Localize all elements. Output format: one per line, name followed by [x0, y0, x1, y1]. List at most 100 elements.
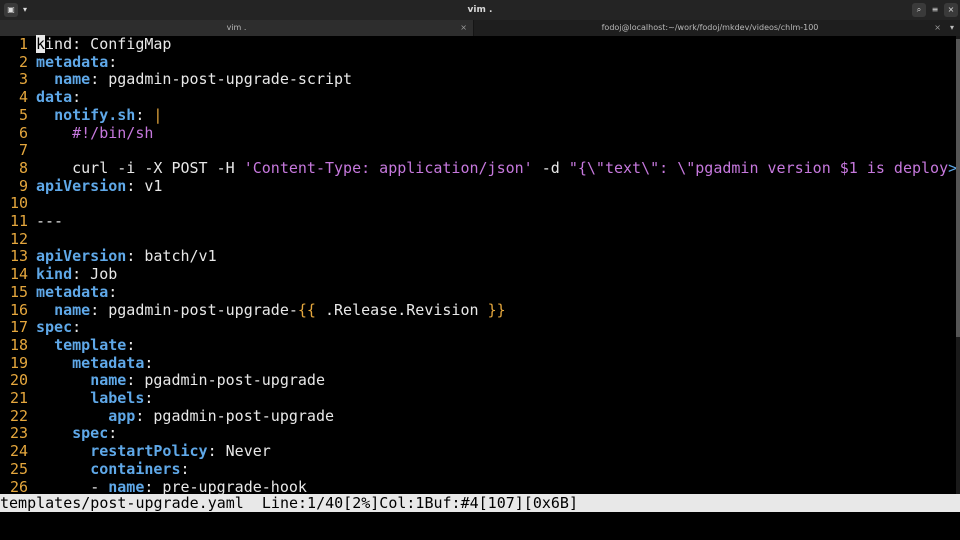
line-number: 8: [18, 158, 28, 177]
tab-label: fodoj@localhost:~/work/fodoj/mkdev/video…: [601, 23, 819, 32]
code-token: notify.sh: [54, 105, 136, 124]
code-token: |: [153, 105, 163, 124]
line-number: 25: [9, 459, 28, 478]
code-token: : pgadmin-post-upgrade-: [90, 300, 298, 319]
code-token: spec: [72, 424, 109, 443]
code-token: name: [90, 371, 127, 390]
code-line[interactable]: 17 spec:: [0, 318, 81, 337]
code-line[interactable]: 5 notify.sh: |: [0, 105, 162, 125]
line-number: 5: [18, 105, 28, 124]
code-line[interactable]: 16 name: pgadmin-post-upgrade-{{ .Releas…: [0, 300, 506, 320]
code-line[interactable]: 23 spec:: [0, 424, 117, 443]
code-token: labels: [90, 389, 145, 407]
code-line[interactable]: 24 restartPolicy: Never: [0, 442, 271, 461]
line-text: kind: ConfigMap: [36, 35, 171, 54]
line-text: metadata:: [36, 354, 153, 373]
line-text: name: pgadmin-post-upgrade: [36, 371, 325, 390]
line-number: 10: [9, 194, 28, 213]
line-number: 15: [9, 282, 28, 301]
code-line[interactable]: 11 ---: [0, 212, 63, 231]
code-token: name: [54, 70, 91, 89]
line-number: 6: [18, 123, 28, 142]
line-number: 11: [9, 212, 28, 230]
code-token: containers: [90, 459, 181, 478]
code-line[interactable]: 3 name: pgadmin-post-upgrade-script: [0, 70, 352, 89]
line-number: 3: [18, 70, 28, 89]
code-token: 'Content-Type: application/json': [243, 158, 533, 177]
line-number: 16: [9, 300, 28, 319]
line-number: 23: [9, 424, 28, 443]
line-text: template:: [36, 336, 135, 355]
line-text: curl -i -X POST -H 'Content-Type: applic…: [36, 158, 957, 178]
line-text: kind: Job: [36, 265, 118, 284]
code-token: app: [108, 406, 136, 425]
scrollbar[interactable]: [956, 36, 960, 494]
code-token: restartPolicy: [90, 442, 208, 461]
line-text: ---: [36, 212, 63, 231]
editor-buffer[interactable]: 1 kind: ConfigMap 2 metadata: 3 name: pgadmi…: [0, 35, 960, 496]
status-line: templates/post-upgrade.yaml Line:1/40[2%…: [0, 494, 960, 512]
tab-close-icon[interactable]: ×: [934, 20, 941, 36]
code-token: metadata: [36, 52, 109, 71]
tab-vim[interactable]: vim . ×: [0, 20, 474, 36]
code-token: "{\"text\": \"pgadmin version $1 is depl…: [568, 158, 949, 177]
code-line[interactable]: 8 curl -i -X POST -H 'Content-Type: appl…: [0, 158, 957, 178]
tab-shell[interactable]: fodoj@localhost:~/work/fodoj/mkdev/video…: [475, 20, 945, 36]
code-token: : pgadmin-post-upgrade: [126, 371, 325, 390]
code-line[interactable]: 20 name: pgadmin-post-upgrade: [0, 371, 325, 390]
tab-close-icon[interactable]: ×: [460, 20, 467, 36]
line-number: 19: [9, 353, 28, 372]
close-icon[interactable]: ×: [944, 3, 958, 17]
code-token: :: [108, 52, 118, 71]
code-line[interactable]: 10: [0, 195, 28, 213]
tab-bar: vim . × fodoj@localhost:~/work/fodoj/mkd…: [0, 20, 960, 36]
scrollbar-thumb[interactable]: [956, 39, 960, 337]
code-token: : pre-upgrade-hook: [144, 477, 307, 496]
code-line[interactable]: 7: [0, 141, 28, 160]
code-line[interactable]: 13 apiVersion: batch/v1: [0, 248, 217, 266]
code-line[interactable]: 14 kind: Job: [0, 265, 117, 284]
code-token: metadata: [36, 282, 109, 301]
code-line[interactable]: 1 kind: ConfigMap: [0, 35, 171, 54]
line-number: 7: [18, 141, 28, 160]
code-token: data: [36, 88, 73, 107]
code-token: :: [180, 459, 190, 478]
code-line[interactable]: 19 metadata:: [0, 353, 153, 373]
line-number: 9: [18, 176, 28, 195]
code-token: : batch/v1: [126, 247, 217, 266]
code-token: : Job: [72, 265, 118, 284]
code-line[interactable]: 6 #!/bin/sh: [0, 123, 153, 143]
code-line[interactable]: 2 metadata:: [0, 53, 117, 72]
code-token: :: [108, 424, 118, 443]
search-icon[interactable]: ⌕: [912, 3, 926, 17]
code-line[interactable]: 9 apiVersion: v1: [0, 176, 162, 196]
code-line[interactable]: 25 containers:: [0, 459, 190, 479]
code-line[interactable]: 4 data:: [0, 88, 81, 107]
code-line[interactable]: 21 labels:: [0, 389, 153, 408]
line-text: name: pgadmin-post-upgrade-{{ .Release.R…: [36, 300, 506, 320]
code-token: spec: [36, 318, 73, 337]
options-icon[interactable]: ≡: [928, 3, 942, 17]
code-token: :: [72, 88, 82, 107]
tab-menu-icon[interactable]: ▾: [950, 20, 954, 36]
code-line[interactable]: 18 template:: [0, 336, 135, 355]
line-text: name: pgadmin-post-upgrade-script: [36, 71, 352, 89]
code-line[interactable]: 15 metadata:: [0, 282, 117, 302]
code-token: :: [72, 318, 82, 337]
code-token: {{: [297, 300, 316, 319]
code-line[interactable]: 12: [0, 230, 28, 249]
code-token: :: [108, 282, 118, 301]
command-line[interactable]: [0, 512, 960, 540]
line-number: 20: [9, 371, 28, 390]
code-line[interactable]: 22 app: pgadmin-post-upgrade: [0, 407, 334, 426]
code-token: apiVersion: [36, 247, 127, 266]
line-number: 1: [18, 35, 28, 53]
